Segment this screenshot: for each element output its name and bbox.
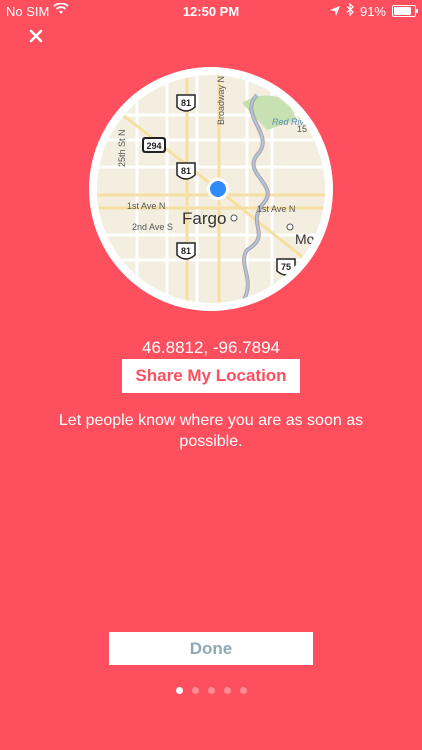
- city-label: Fargo: [182, 209, 226, 228]
- location-map: 81 294 81 81 75 1st Ave N 2nd Ave S 1st …: [89, 67, 333, 311]
- river-label: Red River: [272, 117, 313, 127]
- location-arrow-icon: [329, 4, 340, 19]
- page-dot[interactable]: [239, 687, 247, 694]
- street-label: 2nd Ave S: [132, 222, 173, 232]
- street-label: 1st Ave N: [127, 201, 165, 211]
- shield-label: 81: [181, 246, 191, 256]
- street-label: Broadway N: [216, 76, 226, 125]
- status-bar: No SIM 12:50 PM 91%: [0, 0, 422, 22]
- description-text: Let people know where you are as soon as…: [58, 412, 364, 450]
- done-button[interactable]: Done: [109, 632, 313, 665]
- city-label: Moo: [295, 231, 322, 247]
- page-dot[interactable]: [191, 687, 199, 694]
- bluetooth-icon: [346, 2, 354, 19]
- close-icon: [29, 29, 43, 43]
- status-right: 91%: [329, 2, 418, 19]
- page-dot[interactable]: [175, 687, 183, 694]
- shield-label: 294: [146, 141, 161, 151]
- battery-icon: [392, 5, 418, 17]
- shield-label: 75: [281, 262, 291, 272]
- page-indicator[interactable]: [0, 687, 422, 694]
- street-label: 1st Ave N: [257, 204, 295, 214]
- shield-label: 81: [181, 166, 191, 176]
- battery-fill: [394, 7, 412, 15]
- battery-percent: 91%: [359, 3, 386, 19]
- close-button[interactable]: [27, 27, 45, 45]
- street-label: 25th St N: [117, 129, 127, 167]
- shield-label: 81: [181, 98, 191, 108]
- coordinates-text: 46.8812, -96.7894: [141, 338, 280, 357]
- share-location-button[interactable]: Share My Location: [122, 359, 300, 393]
- page-dot[interactable]: [223, 687, 231, 694]
- page-dot[interactable]: [207, 687, 215, 694]
- user-location-icon: [207, 178, 229, 200]
